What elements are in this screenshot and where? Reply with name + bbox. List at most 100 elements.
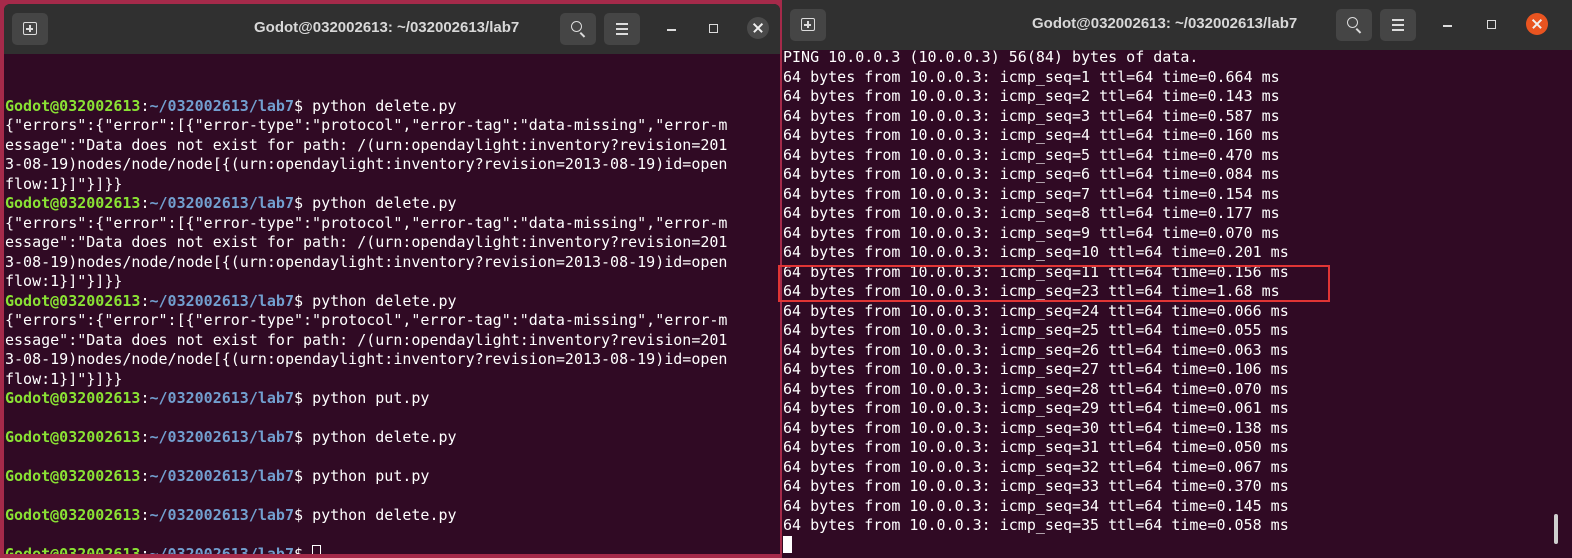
terminal-line: {"errors":{"error":[{"error-type":"proto… [5, 311, 780, 331]
ping-reply-line: 64 bytes from 10.0.0.3: icmp_seq=31 ttl=… [783, 438, 1289, 456]
prompt-suffix: $ [294, 506, 313, 524]
prompt-separator: : [140, 291, 150, 310]
ping-reply-line: 64 bytes from 10.0.0.3: icmp_seq=28 ttl=… [783, 379, 1289, 398]
ping-header-line: PING 10.0.0.3 (10.0.0.3) 56(84) bytes of… [783, 48, 1199, 66]
command-text: python delete.py [312, 291, 457, 310]
ping-reply-line: 64 bytes from 10.0.0.3: icmp_seq=1 ttl=6… [783, 67, 1280, 86]
close-icon [747, 17, 769, 39]
prompt-separator: : [140, 96, 150, 115]
command-text: python put.py [312, 467, 430, 485]
terminal-line: Godot@032002613:~/032002613/lab7$ python… [5, 97, 780, 117]
search-button[interactable] [560, 13, 596, 45]
prompt-separator: : [140, 194, 150, 212]
terminal-line: Godot@032002613:~/032002613/lab7$ python… [5, 389, 780, 409]
command-text: python delete.py [312, 96, 457, 115]
prompt-separator: : [140, 467, 150, 485]
titlebar[interactable]: Godot@032002613: ~/032002613/lab7 [782, 0, 1572, 50]
terminal-window-right[interactable]: Godot@032002613: ~/032002613/lab7 PING 1… [782, 0, 1572, 558]
ping-reply-line: 64 bytes from 10.0.0.3: icmp_seq=3 ttl=6… [783, 106, 1280, 125]
output-text: {"errors":{"error":[{"error-type":"proto… [5, 213, 728, 232]
output-text: {"errors":{"error":[{"error-type":"proto… [5, 311, 728, 329]
prompt-suffix: $ [294, 428, 313, 446]
ping-reply-line: 64 bytes from 10.0.0.3: icmp_seq=32 ttl=… [783, 457, 1289, 476]
prompt-suffix: $ [294, 96, 313, 115]
ping-reply-line: 64 bytes from 10.0.0.3: icmp_seq=6 ttl=6… [783, 165, 1280, 183]
close-button[interactable] [747, 17, 769, 39]
output-text: 3-08-19)nodes/node/node[{(urn:opendaylig… [5, 252, 728, 271]
terminal-line: {"errors":{"error":[{"error-type":"proto… [5, 214, 780, 234]
terminal-line: essage":"Data does not exist for path: /… [5, 233, 780, 253]
ping-reply-line: 64 bytes from 10.0.0.3: icmp_seq=9 ttl=6… [783, 223, 1280, 242]
terminal-line: flow:1}]"}]}} [5, 272, 780, 292]
prompt-path: ~/032002613/lab7 [149, 545, 295, 554]
output-text: essage":"Data does not exist for path: /… [5, 135, 728, 154]
ping-reply-line: 64 bytes from 10.0.0.3: icmp_seq=10 ttl=… [783, 243, 1289, 261]
text-cursor [783, 535, 792, 553]
ping-reply-line: 64 bytes from 10.0.0.3: icmp_seq=11 ttl=… [783, 262, 1289, 281]
prompt-user: Godot@032002613 [5, 467, 141, 485]
terminal-line: 3-08-19)nodes/node/node[{(urn:opendaylig… [5, 155, 780, 175]
hamburger-menu-icon [616, 23, 628, 35]
command-text: python delete.py [312, 428, 457, 446]
ping-reply-line: 64 bytes from 10.0.0.3: icmp_seq=33 ttl=… [783, 477, 1289, 495]
command-text: python delete.py [312, 506, 457, 524]
menu-button[interactable] [1380, 9, 1416, 41]
scrollbar-thumb[interactable] [1554, 514, 1558, 544]
terminal-window-left[interactable]: Godot@032002613: ~/032002613/lab7 Godot@… [4, 4, 780, 554]
prompt-path: ~/032002613/lab7 [149, 291, 295, 310]
minimize-button[interactable] [1440, 17, 1456, 33]
maximize-button[interactable] [1484, 17, 1500, 33]
prompt-user: Godot@032002613 [5, 428, 141, 446]
ping-reply-line: 64 bytes from 10.0.0.3: icmp_seq=30 ttl=… [783, 418, 1289, 437]
ping-reply-line: 64 bytes from 10.0.0.3: icmp_seq=29 ttl=… [783, 399, 1289, 417]
output-text: flow:1}]"}]}} [5, 272, 123, 290]
maximize-button[interactable] [706, 21, 722, 37]
prompt-user: Godot@032002613 [5, 389, 141, 407]
close-button[interactable] [1526, 13, 1548, 35]
terminal-line: flow:1}]"}]}} [5, 175, 780, 195]
ping-reply-line: 64 bytes from 10.0.0.3: icmp_seq=26 ttl=… [783, 340, 1289, 359]
maximize-icon [709, 24, 718, 33]
terminal-line: flow:1}]"}]}} [5, 370, 780, 390]
terminal-line: essage":"Data does not exist for path: /… [5, 331, 780, 351]
new-tab-button[interactable] [790, 9, 826, 41]
terminal-line: Godot@032002613:~/032002613/lab7$ python… [5, 506, 780, 526]
output-text: {"errors":{"error":[{"error-type":"proto… [5, 116, 728, 134]
ping-reply-line: 64 bytes from 10.0.0.3: icmp_seq=24 ttl=… [783, 301, 1289, 320]
titlebar[interactable]: Godot@032002613: ~/032002613/lab7 [4, 4, 780, 54]
prompt-user: Godot@032002613 [5, 96, 141, 115]
ping-reply-line: 64 bytes from 10.0.0.3: icmp_seq=27 ttl=… [783, 360, 1289, 378]
terminal-line: Godot@032002613:~/032002613/lab7$ python… [5, 292, 780, 312]
prompt-separator: : [140, 506, 150, 524]
prompt-separator: : [140, 545, 150, 554]
output-text: flow:1}]"}]}} [5, 369, 123, 388]
terminal-output[interactable]: PING 10.0.0.3 (10.0.0.3) 56(84) bytes of… [782, 48, 1572, 555]
ping-reply-line: 64 bytes from 10.0.0.3: icmp_seq=35 ttl=… [783, 516, 1289, 534]
command-text: python put.py [312, 389, 430, 407]
window-title: Godot@032002613: ~/032002613/lab7 [254, 19, 520, 36]
terminal-line: 3-08-19)nodes/node/node[{(urn:opendaylig… [5, 253, 780, 273]
terminal-line: essage":"Data does not exist for path: /… [5, 136, 780, 156]
new-tab-button[interactable] [12, 13, 48, 45]
prompt-suffix: $ [294, 291, 313, 310]
ping-reply-line: 64 bytes from 10.0.0.3: icmp_seq=2 ttl=6… [783, 87, 1280, 105]
prompt-suffix: $ [294, 389, 313, 407]
output-text: flow:1}]"}]}} [5, 174, 123, 193]
search-button[interactable] [1336, 9, 1372, 41]
prompt-path: ~/032002613/lab7 [149, 506, 295, 524]
terminal-output[interactable]: Godot@032002613:~/032002613/lab7$ python… [4, 77, 780, 554]
new-tab-icon [23, 22, 37, 35]
menu-button[interactable] [604, 13, 640, 45]
text-cursor [312, 545, 322, 554]
prompt-suffix: $ [294, 467, 313, 485]
prompt-user: Godot@032002613 [5, 506, 141, 524]
prompt-separator: : [140, 428, 150, 446]
prompt-path: ~/032002613/lab7 [149, 96, 295, 115]
ping-reply-line: 64 bytes from 10.0.0.3: icmp_seq=7 ttl=6… [783, 184, 1280, 203]
window-title: Godot@032002613: ~/032002613/lab7 [1032, 15, 1298, 32]
minimize-button[interactable] [664, 21, 680, 37]
ping-reply-line: 64 bytes from 10.0.0.3: icmp_seq=8 ttl=6… [783, 204, 1280, 222]
new-tab-icon [801, 18, 815, 31]
